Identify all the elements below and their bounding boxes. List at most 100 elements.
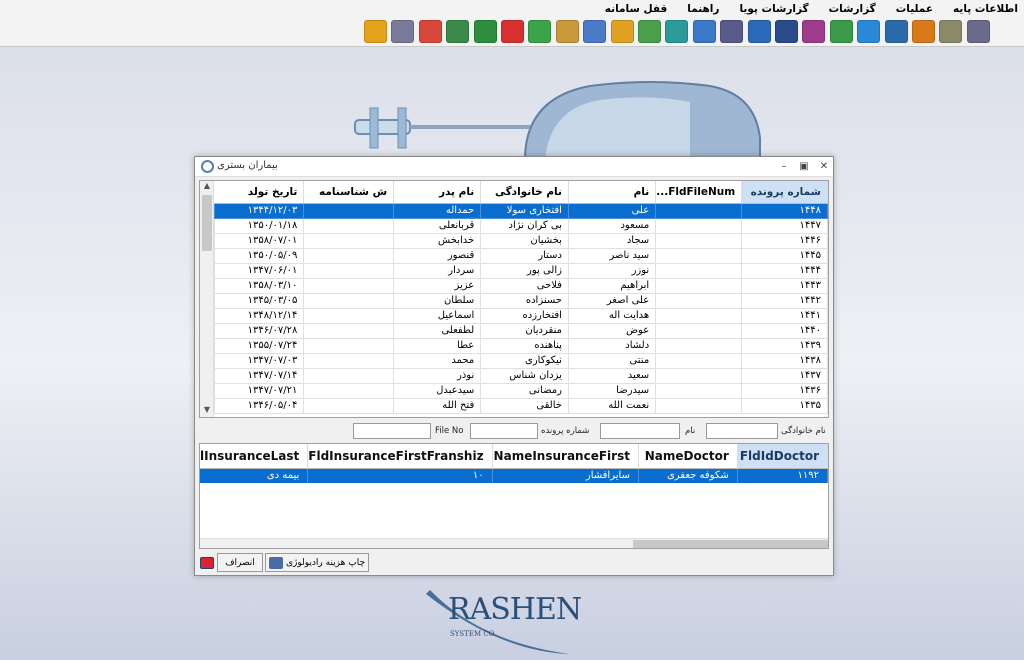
menu-dynamic-reports[interactable]: گزارشات پویا	[739, 3, 808, 15]
table-cell: قنصور	[393, 247, 482, 264]
report-icon[interactable]	[364, 20, 387, 43]
table-row[interactable]: ۱۴۴۲ علی اصغر حسنزاده سلطان ۱۳۴۵/۰۳/۰۵	[213, 292, 828, 309]
printer-icon[interactable]	[720, 20, 744, 43]
restore-icon[interactable]: ▣	[797, 160, 811, 174]
table-cell: عزیز	[393, 277, 482, 294]
table-cell: هدایت اله	[567, 307, 657, 324]
table-cell: علی	[567, 202, 657, 219]
file-number-input[interactable]	[470, 423, 538, 439]
table-cell: زالی پور	[480, 262, 569, 279]
cancel-button[interactable]: انصراف	[217, 553, 263, 572]
table-row[interactable]: ۱۴۴۳ ابراهیم فلاحی عزیز ۱۳۵۸/۰۳/۱۰	[213, 277, 828, 294]
column-header[interactable]: NameDoctor	[638, 444, 738, 469]
horizontal-scrollbar[interactable]	[200, 538, 828, 548]
building-icon[interactable]	[775, 20, 798, 43]
table-cell: افتخارزده	[480, 307, 569, 324]
certificate-icon[interactable]	[418, 20, 442, 43]
table-cell: ۱۴۴۴	[741, 262, 828, 279]
last-name-input[interactable]	[706, 423, 778, 439]
table-row[interactable]: ۱۴۴۱ هدایت اله افتخارزده اسماعیل ۱۳۴۸/۱۲/۱۴	[213, 307, 828, 324]
table-cell: ۱۴۴۱	[741, 307, 828, 324]
window-settings-icon[interactable]	[966, 20, 990, 43]
vertical-scrollbar[interactable]: ▲ ▼	[200, 181, 214, 417]
table-row[interactable]: ۱۴۳۶ سیدرضا رمضانی سیدعبدل ۱۳۴۷/۰۷/۲۱	[213, 382, 828, 399]
table-cell	[655, 292, 743, 309]
column-header[interactable]: FldFileNum...	[655, 181, 743, 204]
table-cell: منتی	[567, 352, 657, 369]
table-cell: سعید	[567, 367, 657, 384]
table-cell	[303, 292, 395, 309]
table-cell: ۱۳۵۰/۰۵/۰۹	[213, 247, 305, 264]
table-row[interactable]: ۱۴۳۷ سعید یزدان شناس نوذر ۱۳۴۷/۰۷/۱۴	[213, 367, 828, 384]
search-doc-icon[interactable]	[555, 20, 579, 43]
table-cell: نعمت الله	[567, 397, 657, 414]
table-cell	[655, 277, 743, 294]
menu-lock-system[interactable]: قفل سامانه	[605, 3, 667, 15]
wrench-icon[interactable]	[912, 20, 935, 43]
table-row[interactable]: ۱۴۴۷ مسعود بی کران نژاد قربانعلی ۱۳۵۰/۰۱/۱۸	[213, 217, 828, 234]
table-row[interactable]: ۱۴۳۸ منتی نیکوکاری محمد ۱۳۴۷/۰۷/۰۳	[213, 352, 828, 369]
users-icon[interactable]	[638, 20, 661, 43]
column-header[interactable]: NameInsuranceFirst	[492, 444, 639, 469]
id-card-icon[interactable]	[692, 20, 716, 43]
table-cell: پناهنده	[480, 337, 569, 354]
table-cell: ۱۴۳۶	[741, 382, 828, 399]
exit-icon[interactable]	[199, 553, 215, 572]
table-cell: ۱۳۴۴/۱۲/۰۳	[213, 202, 305, 219]
table-row[interactable]: ۱۴۳۵ نعمت الله خالقی فتح الله ۱۳۴۶/۰۵/۰۴	[213, 397, 828, 414]
table-cell: ۱۳۵۰/۰۱/۱۸	[213, 217, 305, 234]
excel-icon[interactable]	[446, 20, 470, 43]
table-row[interactable]: ۱۱۹۲ شکوفه جعفری سایرافشار ۱۰ بیمه دی	[200, 468, 828, 483]
globe-icon[interactable]	[665, 20, 689, 43]
scroll-thumb[interactable]	[202, 195, 212, 251]
checklist-icon[interactable]	[610, 20, 634, 43]
truck-icon[interactable]	[829, 20, 853, 43]
close-icon[interactable]: ✕	[817, 160, 831, 174]
hscroll-thumb[interactable]	[633, 540, 828, 548]
column-header[interactable]: lInsuranceLast	[200, 444, 309, 469]
column-header[interactable]: شماره پرونده	[741, 181, 828, 204]
table-row[interactable]: ۱۴۳۹ دلشاد پناهنده عطا ۱۳۵۵/۰۷/۲۴	[213, 337, 828, 354]
settings-doc-icon[interactable]	[939, 20, 963, 43]
gear-icon[interactable]	[884, 20, 908, 43]
column-header[interactable]: نام پدر	[393, 181, 482, 204]
search-list-icon[interactable]	[583, 20, 607, 43]
table-row[interactable]: ۱۴۴۰ عوض منقردیان لطفعلی ۱۳۴۶/۰۷/۲۸	[213, 322, 828, 339]
column-header[interactable]: ش شناسنامه	[303, 181, 395, 204]
table-cell: ۱۴۴۰	[741, 322, 828, 339]
first-name-input[interactable]	[600, 423, 680, 439]
table-row[interactable]: ۱۴۴۴ نوزر زالی پور سردار ۱۳۴۷/۰۶/۰۱	[213, 262, 828, 279]
table-cell: ۱۴۴۷	[741, 217, 828, 234]
box-icon[interactable]	[857, 20, 881, 43]
menu-base-info[interactable]: اطلاعات پایه	[953, 3, 1018, 15]
menu-reports[interactable]: گزارشات	[829, 3, 876, 15]
cancel-button-label: انصراف	[225, 557, 255, 568]
table-cell: عوض	[567, 322, 657, 339]
document-s-icon[interactable]	[391, 20, 415, 43]
table-cell: نیکوکاری	[480, 352, 569, 369]
table-cell: رمضانی	[480, 382, 569, 399]
table-row[interactable]: ۱۴۴۸ علی افتخاری سولا حمداله ۱۳۴۴/۱۲/۰۳	[213, 202, 828, 219]
column-header[interactable]: تاریخ تولد	[214, 181, 305, 204]
scroll-down-icon[interactable]: ▼	[200, 405, 214, 417]
column-header[interactable]: نام خانوادگی	[480, 181, 569, 204]
column-header[interactable]: نام	[568, 181, 657, 204]
column-header[interactable]: FldIdDoctor	[737, 444, 828, 469]
menu-help[interactable]: راهنما	[687, 3, 719, 15]
table-cell: ۱۱۹۲	[737, 468, 828, 483]
print-radiology-cost-button[interactable]: چاپ هزینه رادیولوژی	[265, 553, 369, 572]
document-green-icon[interactable]	[528, 20, 552, 43]
table-cell: ۱۴۴۵	[741, 247, 828, 264]
document-check-icon[interactable]	[473, 20, 497, 43]
table-row[interactable]: ۱۴۴۶ سجاد بخشیان خدابخش ۱۳۵۸/۰۷/۰۱	[213, 232, 828, 249]
table-cell	[655, 307, 743, 324]
users-group-icon[interactable]	[802, 20, 826, 43]
document-red-icon[interactable]	[501, 20, 524, 43]
table-row[interactable]: ۱۴۴۵ سید ناصر دستار قنصور ۱۳۵۰/۰۵/۰۹	[213, 247, 828, 264]
file-no-input[interactable]	[353, 423, 431, 439]
crane-icon[interactable]	[747, 20, 771, 43]
scroll-up-icon[interactable]: ▲	[200, 181, 214, 193]
minimize-icon[interactable]: –	[777, 160, 791, 174]
column-header[interactable]: FldInsuranceFirstFranshiz	[307, 444, 493, 469]
menu-operations[interactable]: عملیات	[896, 3, 933, 15]
